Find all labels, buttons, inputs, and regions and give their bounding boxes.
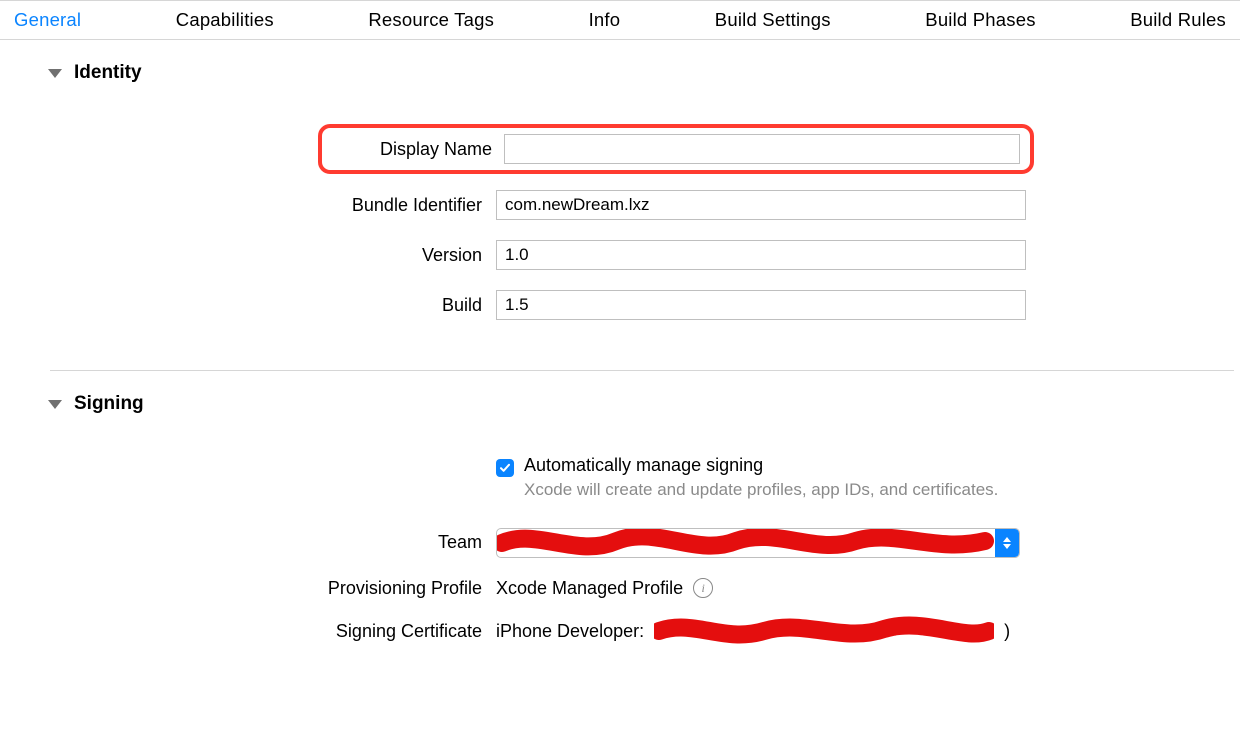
disclosure-triangle-icon xyxy=(48,400,62,409)
section-identity-header[interactable]: Identity xyxy=(6,62,1234,84)
tab-build-settings[interactable]: Build Settings xyxy=(715,9,831,31)
build-input[interactable] xyxy=(496,290,1026,320)
signing-certificate-prefix: iPhone Developer: xyxy=(496,621,644,642)
display-name-input[interactable] xyxy=(504,134,1020,164)
bundle-identifier-label: Bundle Identifier xyxy=(6,195,496,216)
provisioning-profile-label: Provisioning Profile xyxy=(6,578,496,599)
version-label: Version xyxy=(6,245,496,266)
section-identity: Identity Display Name Bundle Identifier xyxy=(6,40,1234,370)
signing-certificate-redacted xyxy=(654,619,994,645)
provisioning-profile-value: Xcode Managed Profile xyxy=(496,578,683,599)
team-label: Team xyxy=(6,532,496,553)
team-redacted xyxy=(497,529,995,557)
tab-resource-tags[interactable]: Resource Tags xyxy=(368,9,494,31)
tabs-bar: General Capabilities Resource Tags Info … xyxy=(0,0,1240,40)
auto-manage-signing-subtext: Xcode will create and update profiles, a… xyxy=(524,479,998,502)
display-name-label: Display Name xyxy=(332,139,496,160)
version-input[interactable] xyxy=(496,240,1026,270)
display-name-highlight: Display Name xyxy=(318,124,1034,174)
section-signing-header[interactable]: Signing xyxy=(6,393,1234,415)
section-signing-title: Signing xyxy=(74,393,144,415)
info-icon[interactable]: i xyxy=(693,578,713,598)
tab-general[interactable]: General xyxy=(14,9,81,31)
section-signing: Signing Automatically manage signing Xco… xyxy=(6,371,1234,695)
team-select[interactable] xyxy=(496,528,1020,558)
tab-build-phases[interactable]: Build Phases xyxy=(925,9,1035,31)
build-label: Build xyxy=(6,295,496,316)
auto-manage-signing-label: Automatically manage signing xyxy=(524,455,998,476)
tab-capabilities[interactable]: Capabilities xyxy=(176,9,274,31)
bundle-identifier-input[interactable] xyxy=(496,190,1026,220)
tab-info[interactable]: Info xyxy=(589,9,621,31)
stepper-icon xyxy=(995,529,1019,557)
signing-certificate-label: Signing Certificate xyxy=(6,621,496,642)
disclosure-triangle-icon xyxy=(48,69,62,78)
section-identity-title: Identity xyxy=(74,62,142,84)
auto-manage-signing-checkbox[interactable] xyxy=(496,459,514,477)
tab-build-rules[interactable]: Build Rules xyxy=(1130,9,1226,31)
checkmark-icon xyxy=(499,462,511,474)
signing-certificate-suffix: ) xyxy=(1004,621,1010,642)
